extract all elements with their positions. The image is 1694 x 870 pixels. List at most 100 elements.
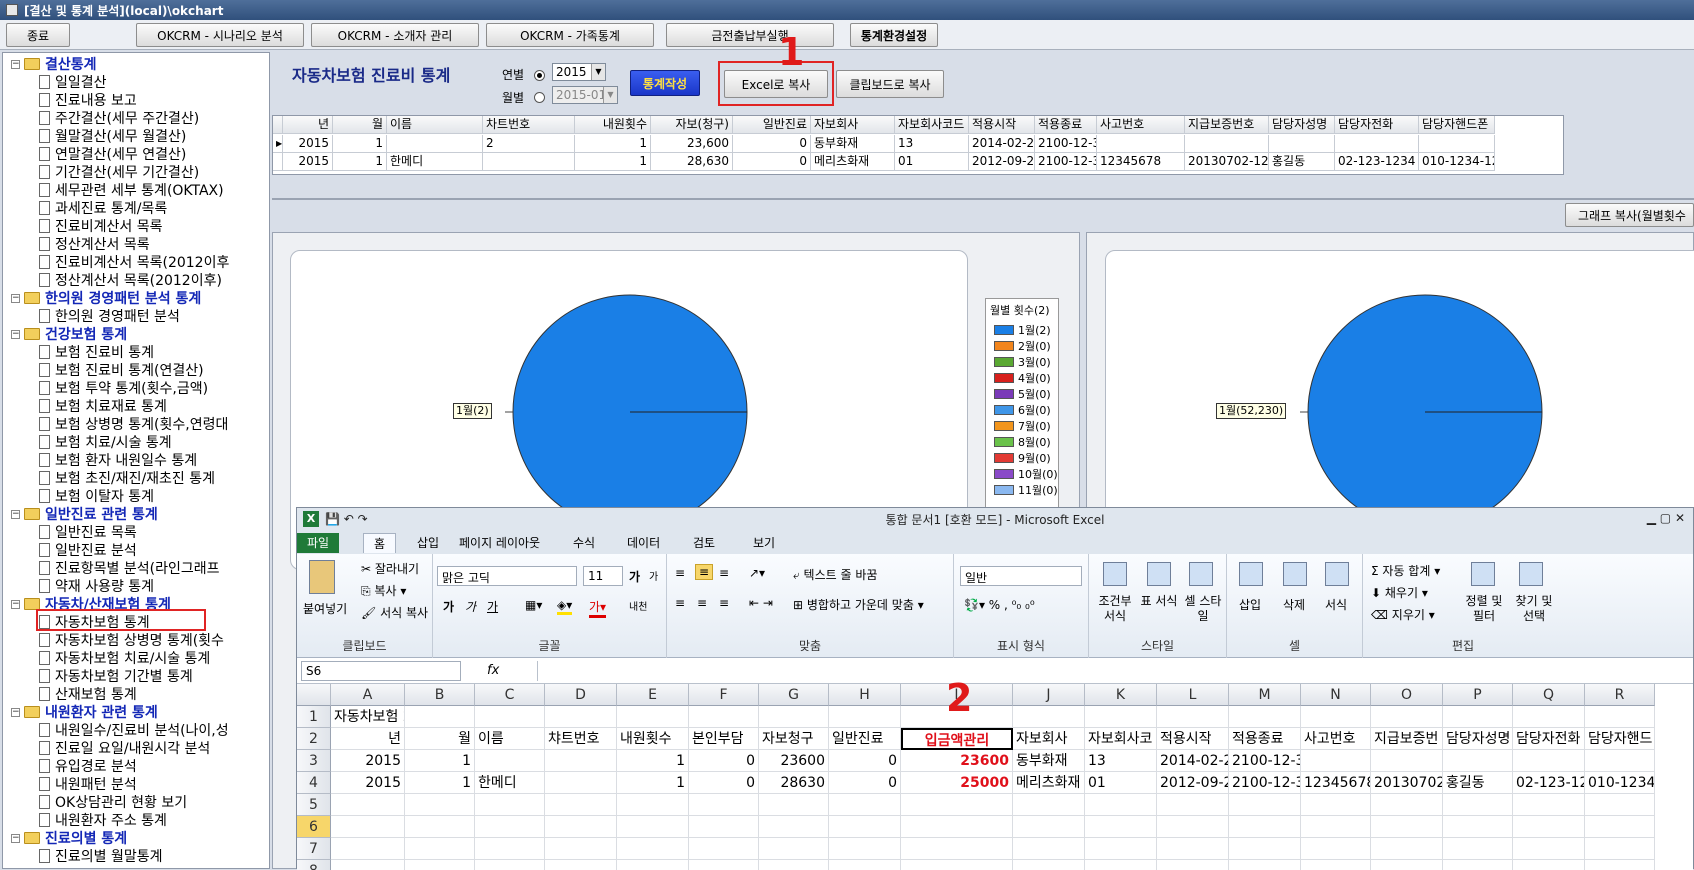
sheet-cell[interactable] [1443,750,1513,772]
collapse-icon[interactable]: − [11,59,20,69]
fx-icon[interactable]: fx [487,663,499,678]
align-top-icon[interactable]: ≡ [675,566,685,580]
tree-item[interactable]: 보험 치료재료 통계 [39,397,167,415]
sheet-cell[interactable]: 입금액관리 [901,728,1013,750]
clear-button[interactable]: ⌫ 지우기 ▾ [1371,606,1435,623]
grid-header[interactable]: 담당자전화 [1335,116,1419,134]
sheet-cell[interactable]: 자보회사 [1013,728,1085,750]
sheet-cell[interactable] [475,750,545,772]
grid-cell[interactable]: 1 [333,135,387,153]
sheet-cell[interactable] [475,816,545,838]
sheet-cell[interactable]: 월 [405,728,475,750]
make-stats-button[interactable]: 통계작성 [630,70,700,96]
grid-cell[interactable]: 2014-02-25 [969,135,1035,153]
sheet-cell[interactable] [617,706,689,728]
scenario-analysis-button[interactable]: OKCRM - 시나리오 분석 [136,23,304,47]
grid-cell[interactable]: 2100-12-31 [1035,135,1097,153]
grid-header[interactable]: 사고번호 [1097,116,1185,134]
grid-header[interactable]: 년 [283,116,333,134]
grid-cell[interactable] [483,153,575,171]
sheet-cell[interactable] [405,794,475,816]
sheet-cell[interactable] [1085,838,1157,860]
column-header[interactable]: Q [1513,684,1585,706]
sheet-cell[interactable]: 20130702- [1371,772,1443,794]
sheet-cell[interactable] [829,838,901,860]
tree-item[interactable]: 보험 진료비 통계(연결산) [39,361,204,379]
row-header[interactable]: 6 [297,816,331,838]
sheet-cell[interactable]: 적용종료 [1229,728,1301,750]
sheet-cell[interactable] [759,838,829,860]
sheet-cell[interactable] [1157,706,1229,728]
align-bottom-icon[interactable]: ≡ [719,566,729,580]
column-header[interactable]: C [475,684,545,706]
copy-button[interactable]: ⎘ 복사 ▾ [361,582,406,599]
sheet-cell[interactable] [1585,750,1655,772]
month-radio[interactable] [534,92,545,103]
sheet-cell[interactable] [1013,838,1085,860]
splitter[interactable] [272,198,1694,200]
referral-management-button[interactable]: OKCRM - 소개자 관리 [311,23,479,47]
month-select[interactable]: 2015-01 ▼ [552,86,618,104]
find-select-button[interactable]: 찾기 및 선택 [1509,594,1559,624]
grid-cell[interactable]: 동부화재 [811,135,895,153]
collapse-icon[interactable]: − [11,707,20,717]
tree-item[interactable]: 자동차보험 치료/시술 통계 [39,649,210,667]
sheet-cell[interactable] [545,706,617,728]
sheet-cell[interactable] [331,816,405,838]
sheet-cell[interactable]: 자동차보험 2015년 [331,706,405,728]
grid-header[interactable]: 자보회사코드 [895,116,969,134]
column-header[interactable]: P [1443,684,1513,706]
sheet-cell[interactable] [1013,816,1085,838]
grid-cell[interactable] [1335,135,1419,153]
font-name-combo[interactable]: 맑은 고딕 [437,566,577,586]
grid-cell[interactable] [1419,135,1495,153]
tree-item[interactable]: 유입경로 분석 [39,757,137,775]
tree-category[interactable]: − 건강보험 통계 [11,325,127,343]
sheet-cell[interactable]: 25000 [901,772,1013,794]
sheet-cell[interactable] [1301,838,1371,860]
row-header[interactable]: 2 [297,728,331,750]
autosum-button[interactable]: Σ 자동 합계 ▾ [1371,562,1440,579]
sheet-cell[interactable] [545,772,617,794]
sheet-cell[interactable] [1301,816,1371,838]
column-header[interactable]: O [1371,684,1443,706]
sheet-cell[interactable]: 동부화재 [1013,750,1085,772]
exit-button[interactable]: 종료 [6,23,70,47]
sheet-cell[interactable] [331,838,405,860]
sheet-cell[interactable] [617,838,689,860]
sheet-cell[interactable] [1157,816,1229,838]
sheet-cell[interactable]: 010-1234-1 [1585,772,1655,794]
select-all-corner[interactable] [297,684,331,706]
tree-item[interactable]: 일반진료 분석 [39,541,137,559]
grid-cell[interactable]: 1 [575,135,651,153]
grid-header[interactable]: 월 [333,116,387,134]
column-header[interactable]: L [1157,684,1229,706]
sheet-cell[interactable]: 1 [405,750,475,772]
sheet-cell[interactable]: 챠트번호 [545,728,617,750]
sheet-cell[interactable]: 자보청구 [759,728,829,750]
sheet-cell[interactable] [1229,816,1301,838]
tree-category[interactable]: − 진료의별 통계 [11,829,127,847]
tree-item[interactable]: 진료비계산서 목록 [39,217,163,235]
sheet-cell[interactable] [617,816,689,838]
sheet-cell[interactable]: 본인부담 [689,728,759,750]
border-icon[interactable]: ▦▾ [525,598,542,612]
grid-cell[interactable] [1097,135,1185,153]
insert-cells-button[interactable]: 삽입 [1239,596,1261,613]
sheet-cell[interactable] [1513,794,1585,816]
grid-cell[interactable]: 12345678 [1097,153,1185,171]
year-radio[interactable] [534,70,545,81]
grid-cell[interactable]: 한메디 [387,153,483,171]
grid-cell[interactable]: 01 [895,153,969,171]
row-header[interactable]: 3 [297,750,331,772]
sheet-cell[interactable]: 홍길동 [1443,772,1513,794]
grid-cell[interactable]: 2 [483,135,575,153]
sheet-cell[interactable] [1229,838,1301,860]
sheet-cell[interactable] [1229,794,1301,816]
grid-header[interactable]: 담당자핸드폰 [1419,116,1495,134]
tree-item[interactable]: 보험 투약 통계(횟수,금액) [39,379,208,397]
align-left-icon[interactable]: ≡ [675,596,685,610]
grid-header[interactable]: 자보회사 [811,116,895,134]
tree-item[interactable]: 진료내용 보고 [39,91,137,109]
sheet-cell[interactable] [759,794,829,816]
